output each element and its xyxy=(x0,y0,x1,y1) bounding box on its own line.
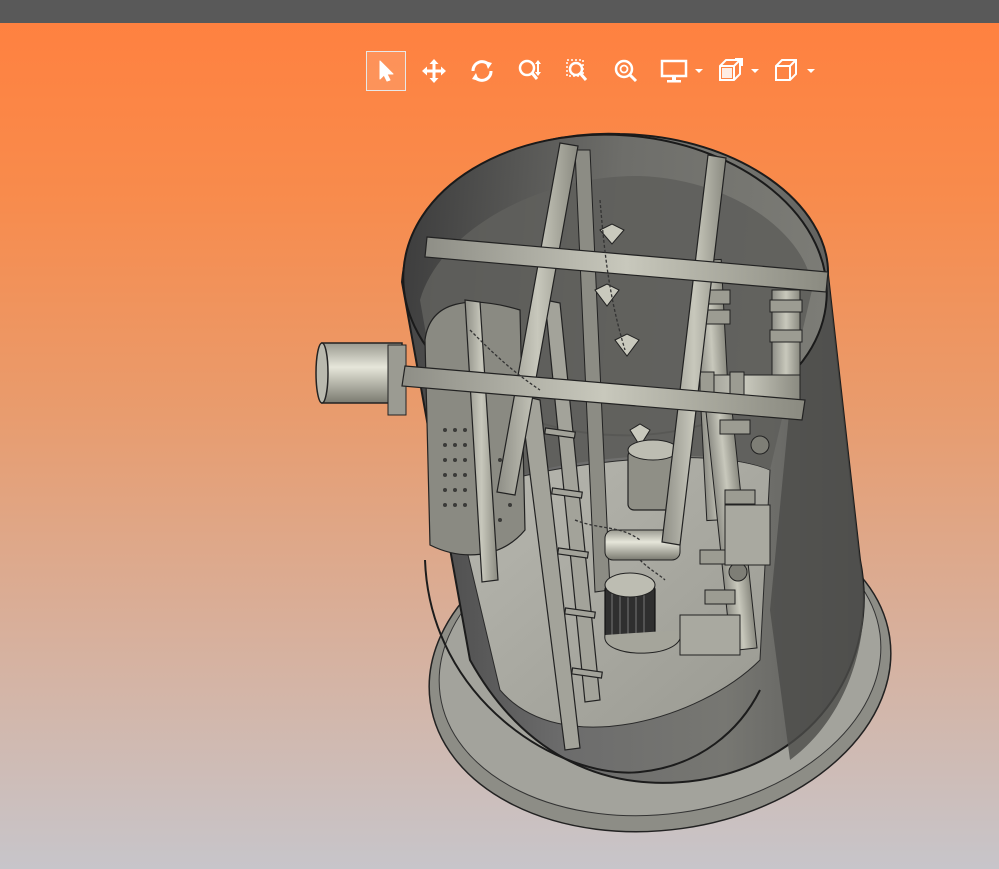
zoom-fit-tool-button[interactable] xyxy=(606,51,646,91)
zoom-icon xyxy=(518,59,541,80)
title-bar xyxy=(0,0,999,23)
pan-tool-button[interactable] xyxy=(414,51,454,91)
rotate-icon xyxy=(471,60,493,82)
cursor-arrow-icon xyxy=(379,60,394,82)
zoom-fit-icon xyxy=(614,59,638,83)
move-arrows-icon xyxy=(422,59,446,83)
display-mode-button[interactable] xyxy=(654,51,694,91)
zoom-window-icon xyxy=(566,59,588,81)
section-plane-icon xyxy=(719,58,743,81)
section-view-dropdown[interactable] xyxy=(710,51,760,91)
chevron-down-icon[interactable] xyxy=(750,51,760,91)
view-orientation-button[interactable] xyxy=(766,51,806,91)
view-toolbar xyxy=(366,51,822,91)
3d-model-pump-station-tank[interactable] xyxy=(0,23,999,869)
monitor-icon xyxy=(660,59,688,83)
zoom-tool-button[interactable] xyxy=(510,51,550,91)
view-orientation-dropdown[interactable] xyxy=(766,51,816,91)
display-mode-dropdown[interactable] xyxy=(654,51,704,91)
rotate-tool-button[interactable] xyxy=(462,51,502,91)
cube-icon xyxy=(775,59,797,81)
section-view-button[interactable] xyxy=(710,51,750,91)
zoom-window-tool-button[interactable] xyxy=(558,51,598,91)
chevron-down-icon[interactable] xyxy=(806,51,816,91)
select-tool-button[interactable] xyxy=(366,51,406,91)
3d-viewport[interactable] xyxy=(0,23,999,869)
chevron-down-icon[interactable] xyxy=(694,51,704,91)
